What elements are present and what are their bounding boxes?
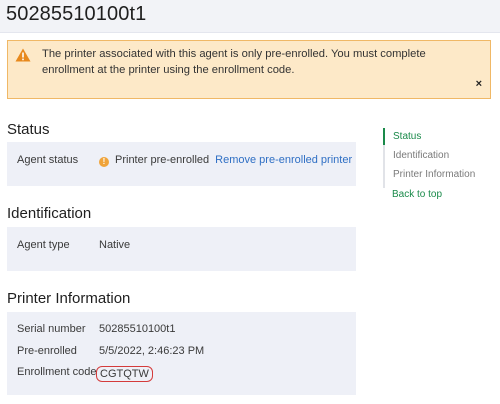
agent-type-label: Agent type xyxy=(17,239,70,251)
agent-type-value: Native xyxy=(99,239,131,251)
close-icon[interactable]: × xyxy=(476,78,482,90)
page-toc: Status Identification Printer Informatio… xyxy=(383,128,493,188)
toc-item-status[interactable]: Status xyxy=(393,131,421,142)
serial-number-label: Serial number xyxy=(17,323,86,335)
serial-number-value: 50285510100t1 xyxy=(99,323,176,335)
remove-pre-enrolled-printer-link[interactable]: Remove pre-enrolled printer xyxy=(215,154,352,166)
pre-enrolled-label: Pre-enrolled xyxy=(17,345,77,357)
info-status-icon: ! xyxy=(99,157,109,167)
section-title-status: Status xyxy=(7,121,50,138)
toc-active-indicator xyxy=(383,128,385,145)
enrollment-code-label: Enrollment code xyxy=(17,366,97,378)
status-card: Agent status ! Printer pre-enrolled Remove… xyxy=(7,142,356,186)
back-to-top-link[interactable]: Back to top xyxy=(392,189,442,200)
warning-icon xyxy=(15,48,31,62)
page-header: 50285510100t1 xyxy=(0,0,500,33)
printer-information-card: Serial number 50285510100t1 Pre-enrolled… xyxy=(7,312,356,395)
section-title-identification: Identification xyxy=(7,205,92,222)
warning-message: The printer associated with this agent i… xyxy=(42,48,426,76)
agent-status-value: ! Printer pre-enrolled Remove pre-enrolled… xyxy=(99,154,352,167)
identification-card: Agent type Native xyxy=(7,227,356,271)
toc-item-identification[interactable]: Identification xyxy=(393,150,449,161)
warning-banner: The printer associated with this agent i… xyxy=(7,40,491,99)
toc-item-printer-information[interactable]: Printer Information xyxy=(393,169,475,180)
pre-enrolled-value: 5/5/2022, 2:46:23 PM xyxy=(99,345,205,357)
enrollment-code-highlight: CGTQTW xyxy=(96,366,153,382)
agent-status-label: Agent status xyxy=(17,154,79,166)
section-title-printer-information: Printer Information xyxy=(7,290,131,307)
enrollment-code-value: CGTQTW xyxy=(96,366,153,382)
page-title: 50285510100t1 xyxy=(6,3,147,25)
agent-status-text: Printer pre-enrolled xyxy=(115,154,210,166)
